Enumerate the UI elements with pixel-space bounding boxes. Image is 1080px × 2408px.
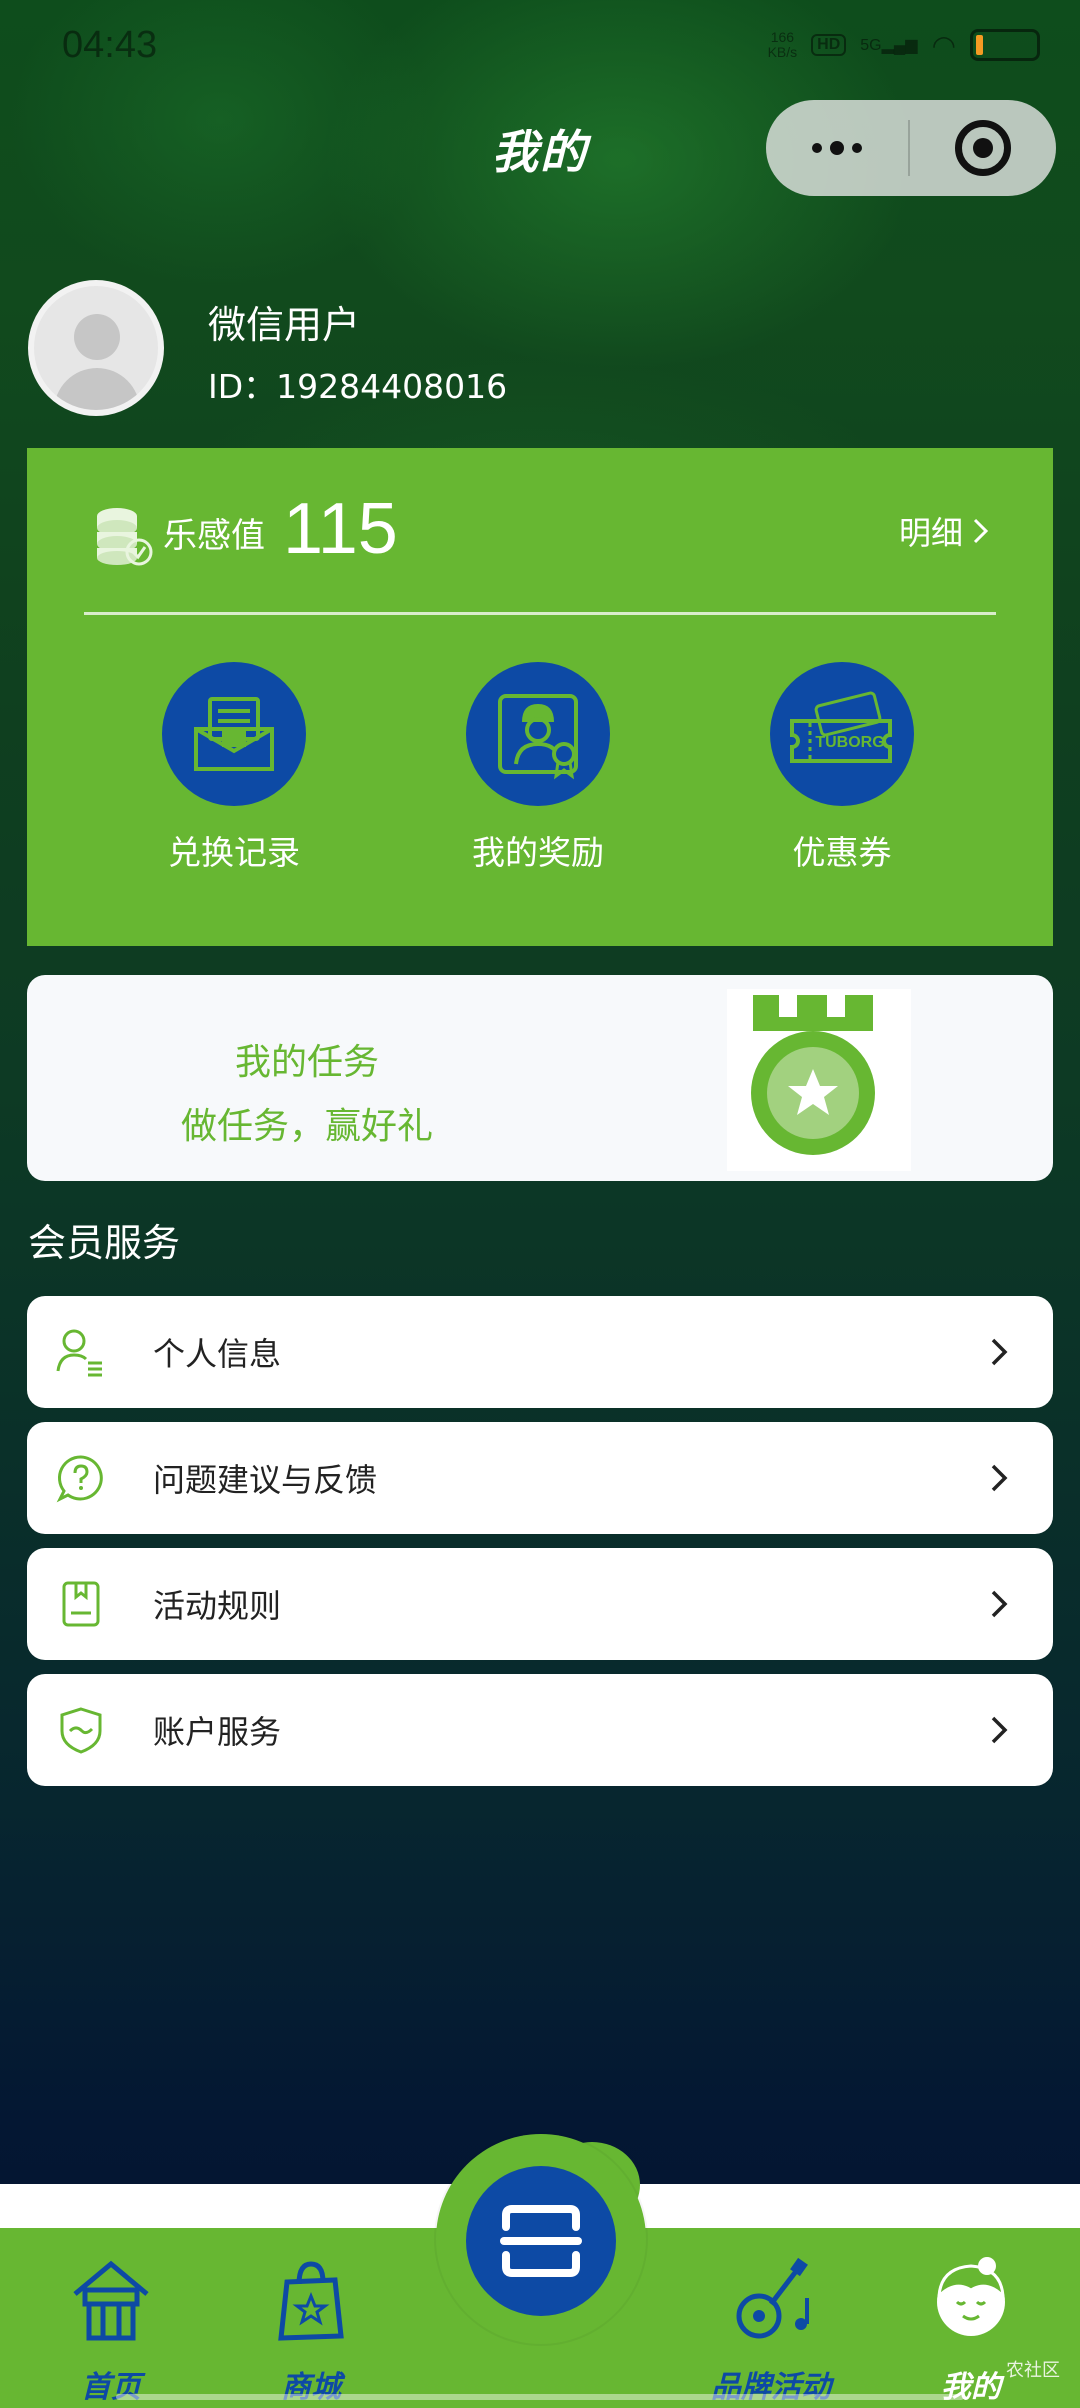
- battery-icon: [970, 29, 1040, 61]
- guitar-icon: [736, 2257, 809, 2339]
- task-title: 我的任务: [234, 1042, 379, 1083]
- tab-shop[interactable]: 商城: [226, 2250, 396, 2406]
- hd-badge: HD: [811, 34, 847, 56]
- medal-icon: [727, 989, 911, 1171]
- points-value: 115: [283, 489, 398, 569]
- points-detail-link[interactable]: 明细: [899, 508, 991, 554]
- user-name: 微信用户: [208, 303, 361, 347]
- question-icon: [53, 1450, 109, 1506]
- target-icon: [955, 120, 1011, 176]
- tab-mine[interactable]: 我的: [886, 2250, 1056, 2406]
- watermark: 农社区: [1006, 2360, 1060, 2381]
- more-button[interactable]: [766, 141, 908, 155]
- service-label: 账户服务: [153, 1713, 282, 1751]
- chevron-right-icon: [991, 1338, 1008, 1366]
- points-card: 乐感值 115 明细 兑换记录 我的奖励 TUBORG 优惠券: [27, 448, 1053, 946]
- rules-icon: [53, 1576, 109, 1632]
- account-service-row[interactable]: 账户服务: [27, 1674, 1053, 1786]
- profile-icon: [937, 2257, 1005, 2336]
- battery-fill: [976, 35, 983, 55]
- points-detail-label: 明细: [898, 514, 963, 552]
- feature-label: 我的奖励: [472, 833, 604, 872]
- activity-rules-row[interactable]: 活动规则: [27, 1548, 1053, 1660]
- status-bar: 04:43 166 KB/s HD 5G▂▄▆ ◠: [0, 0, 1080, 90]
- shop-bag-icon: [278, 2261, 344, 2341]
- miniprogram-capsule: [766, 100, 1056, 196]
- signal-icon: 5G▂▄▆: [860, 37, 918, 54]
- service-label: 活动规则: [153, 1587, 282, 1625]
- reward-icon: [466, 662, 610, 806]
- task-subtitle: 做任务，赢好礼: [180, 1106, 433, 1147]
- scan-button[interactable]: [466, 2166, 616, 2316]
- service-label: 个人信息: [153, 1335, 282, 1373]
- ticket-icon: TUBORG: [770, 662, 914, 806]
- points-label: 乐感值: [163, 516, 265, 556]
- personal-info-row[interactable]: 个人信息: [27, 1296, 1053, 1408]
- my-rewards-button[interactable]: 我的奖励: [428, 662, 648, 874]
- feature-label: 兑换记录: [168, 833, 300, 872]
- wifi-icon: ◠: [931, 28, 956, 62]
- points-divider: [84, 612, 996, 615]
- chevron-right-icon: [973, 518, 989, 544]
- scan-icon: [500, 2205, 582, 2277]
- more-dot-icon: [812, 143, 822, 153]
- chevron-right-icon: [991, 1464, 1008, 1492]
- feedback-row[interactable]: 问题建议与反馈: [27, 1422, 1053, 1534]
- coupons-button[interactable]: TUBORG 优惠券: [732, 662, 952, 874]
- chevron-right-icon: [991, 1590, 1008, 1618]
- member-services-title: 会员服务: [28, 1221, 181, 1265]
- feature-label: 优惠券: [792, 833, 892, 872]
- coin-stack-icon: [97, 508, 153, 566]
- envelope-icon: [162, 662, 306, 806]
- signal-type: 5G: [860, 37, 882, 54]
- service-label: 问题建议与反馈: [153, 1461, 378, 1499]
- my-tasks-card[interactable]: 我的任务 做任务，赢好礼: [27, 975, 1053, 1181]
- close-miniprogram-button[interactable]: [910, 120, 1056, 176]
- status-icons: 166 KB/s HD 5G▂▄▆ ◠: [768, 29, 1040, 62]
- ticket-brand-text: TUBORG: [815, 734, 884, 751]
- home-indicator: [116, 2394, 964, 2400]
- avatar[interactable]: [28, 280, 164, 416]
- user-id: ID：19284408016: [208, 367, 508, 406]
- tab-home[interactable]: 首页: [26, 2250, 196, 2406]
- network-speed: 166 KB/s: [768, 30, 798, 60]
- home-icon: [73, 2260, 149, 2341]
- user-info-icon: [53, 1324, 109, 1380]
- tab-brand-activity[interactable]: 品牌活动: [686, 2250, 856, 2406]
- status-time: 04:43: [62, 23, 158, 66]
- exchange-records-button[interactable]: 兑换记录: [124, 662, 344, 874]
- network-speed-unit: KB/s: [767, 44, 798, 60]
- network-speed-value: 166: [770, 29, 795, 45]
- more-dot-icon: [830, 141, 844, 155]
- shield-icon: [53, 1702, 109, 1758]
- more-dot-icon: [852, 143, 862, 153]
- chevron-right-icon: [991, 1716, 1008, 1744]
